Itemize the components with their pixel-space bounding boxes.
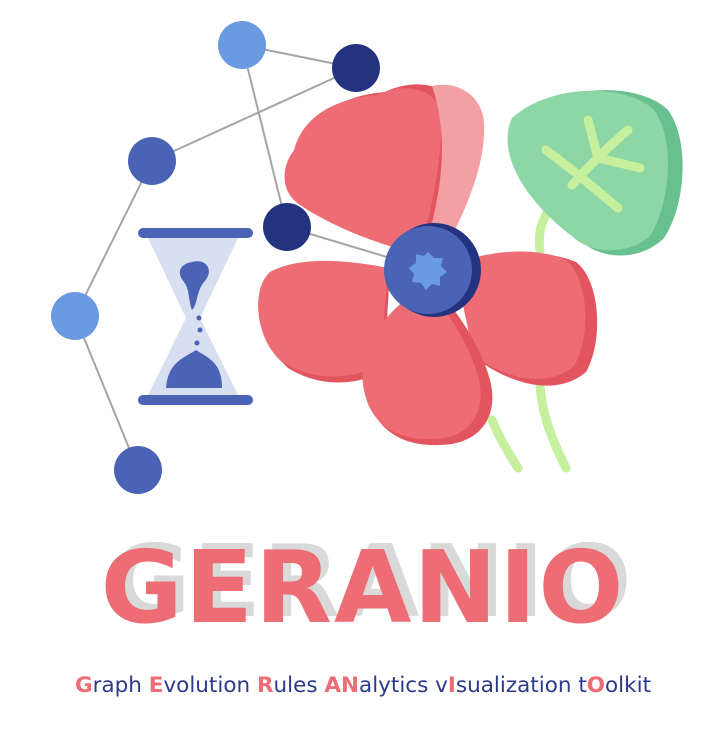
subtitle-part: raph xyxy=(92,673,149,698)
graph-node xyxy=(218,21,266,69)
graph-node xyxy=(332,44,380,92)
subtitle-part: O xyxy=(586,673,606,698)
subtitle-part: I xyxy=(447,673,456,698)
subtitle-part: E xyxy=(148,673,164,698)
subtitle-part: olkit xyxy=(605,673,652,698)
subtitle-part: R xyxy=(256,673,274,698)
subtitle-part: volution xyxy=(163,673,257,698)
graph-node xyxy=(114,446,162,494)
subtitle-part: alytics v xyxy=(359,673,448,698)
subtitle-part: sualization t xyxy=(455,673,587,698)
graph-node xyxy=(263,203,311,251)
title-block: GERANIO GERANIO xyxy=(0,523,726,648)
app-title: GERANIO xyxy=(100,529,626,646)
hourglass-icon xyxy=(138,228,253,405)
subtitle-part: G xyxy=(74,673,93,698)
logo-illustration xyxy=(51,21,683,494)
graph-node xyxy=(51,292,99,340)
subtitle: Graph Evolution Rules ANalytics vIsualiz… xyxy=(0,673,726,698)
subtitle-part: ules xyxy=(273,673,325,698)
graph-node xyxy=(128,137,176,185)
leaf-icon xyxy=(507,90,683,256)
subtitle-part: AN xyxy=(324,673,360,698)
